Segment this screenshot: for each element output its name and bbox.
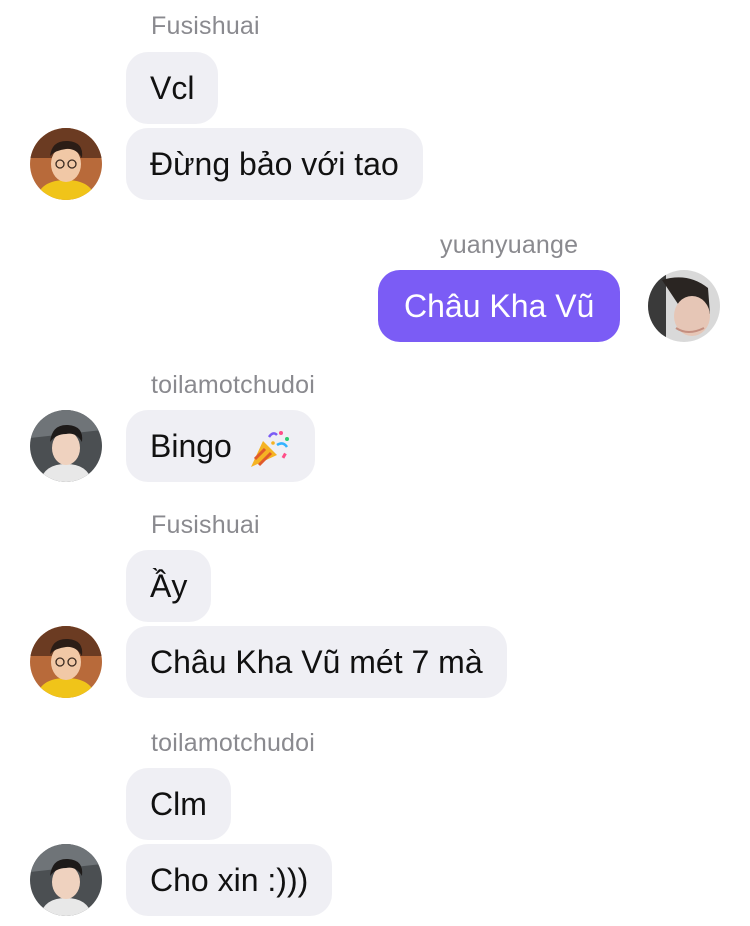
avatar[interactable] [30, 410, 102, 482]
user-avatar-icon [30, 844, 102, 916]
avatar[interactable] [30, 844, 102, 916]
user-avatar-icon [30, 626, 102, 698]
user-avatar-icon [30, 128, 102, 200]
sender-name: Fusishuai [151, 511, 260, 539]
avatar[interactable] [30, 128, 102, 200]
user-avatar-icon [648, 270, 720, 342]
avatar[interactable] [648, 270, 720, 342]
sender-name: Fusishuai [151, 12, 260, 40]
message-bubble[interactable]: Clm [126, 768, 231, 840]
avatar[interactable] [30, 626, 102, 698]
party-popper-icon [250, 430, 289, 467]
message-bubble[interactable]: Bingo [126, 410, 315, 482]
message-bubble[interactable]: Ầy [126, 550, 212, 622]
sender-name: toilamotchudoi [151, 729, 316, 757]
message-bubble[interactable]: Đừng bảo với tao [126, 128, 423, 200]
message-text: Bingo [150, 428, 232, 464]
sender-name: toilamotchudoi [151, 371, 316, 399]
message-bubble[interactable]: Vcl [126, 52, 219, 124]
user-avatar-icon [30, 410, 102, 482]
message-bubble[interactable]: Cho xin :))) [126, 844, 333, 916]
message-bubble-outgoing[interactable]: Châu Kha Vũ [378, 270, 621, 342]
message-bubble[interactable]: Châu Kha Vũ mét 7 mà [126, 626, 507, 698]
sender-name: yuanyuange [440, 231, 579, 259]
